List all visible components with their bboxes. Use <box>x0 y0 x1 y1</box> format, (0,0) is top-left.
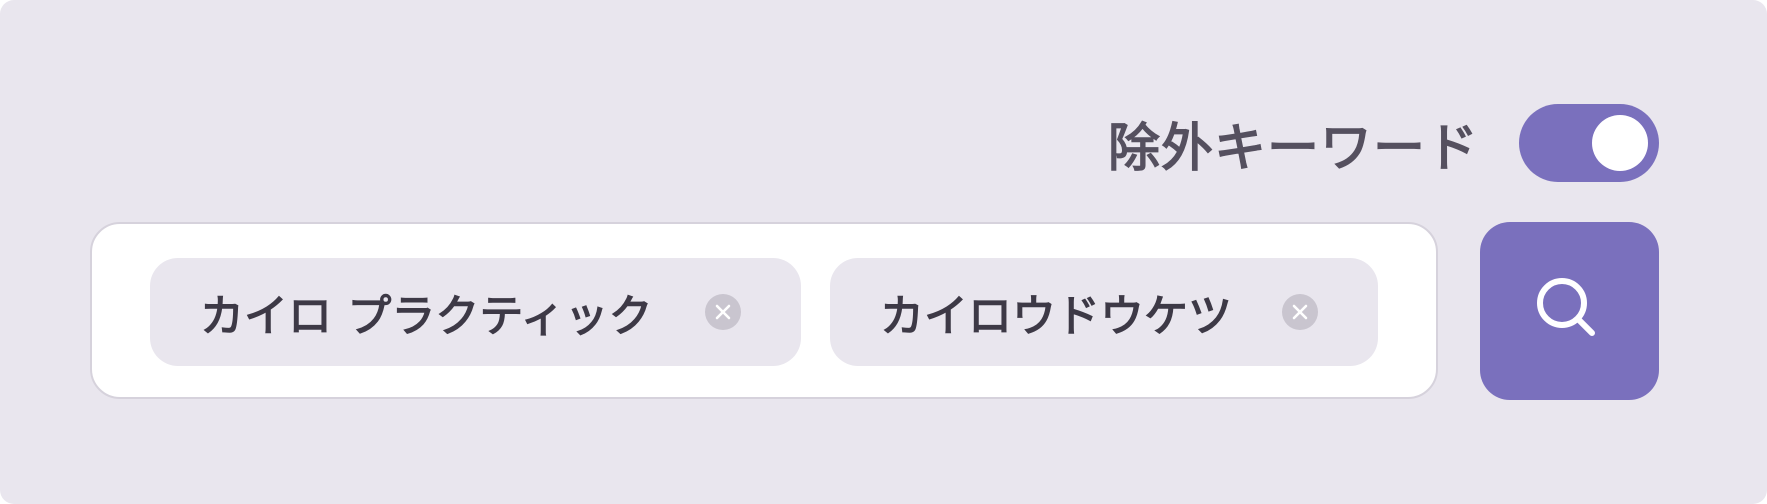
toggle-knob <box>1592 115 1648 171</box>
keyword-chip-label: カイロウドウケツ <box>880 291 1232 342</box>
exclude-keyword-toggle[interactable] <box>1519 104 1659 182</box>
keyword-chip-label: カイロ プラクティック <box>200 291 653 342</box>
keyword-input-box[interactable]: カイロ プラクティック カイロウドウケツ <box>90 222 1438 399</box>
close-circle-icon[interactable] <box>1282 294 1318 330</box>
search-panel: 除外キーワード カイロ プラクティック カイロウドウケツ <box>0 0 1767 504</box>
keyword-chip: カイロウドウケツ <box>830 258 1378 366</box>
keyword-chip: カイロ プラクティック <box>150 258 801 366</box>
exclude-keyword-label: 除外キーワード <box>1107 118 1479 179</box>
close-circle-icon[interactable] <box>705 294 741 330</box>
exclude-keyword-row: 除外キーワード <box>1108 104 1659 182</box>
search-icon <box>1536 278 1595 336</box>
search-button[interactable] <box>1480 222 1659 400</box>
